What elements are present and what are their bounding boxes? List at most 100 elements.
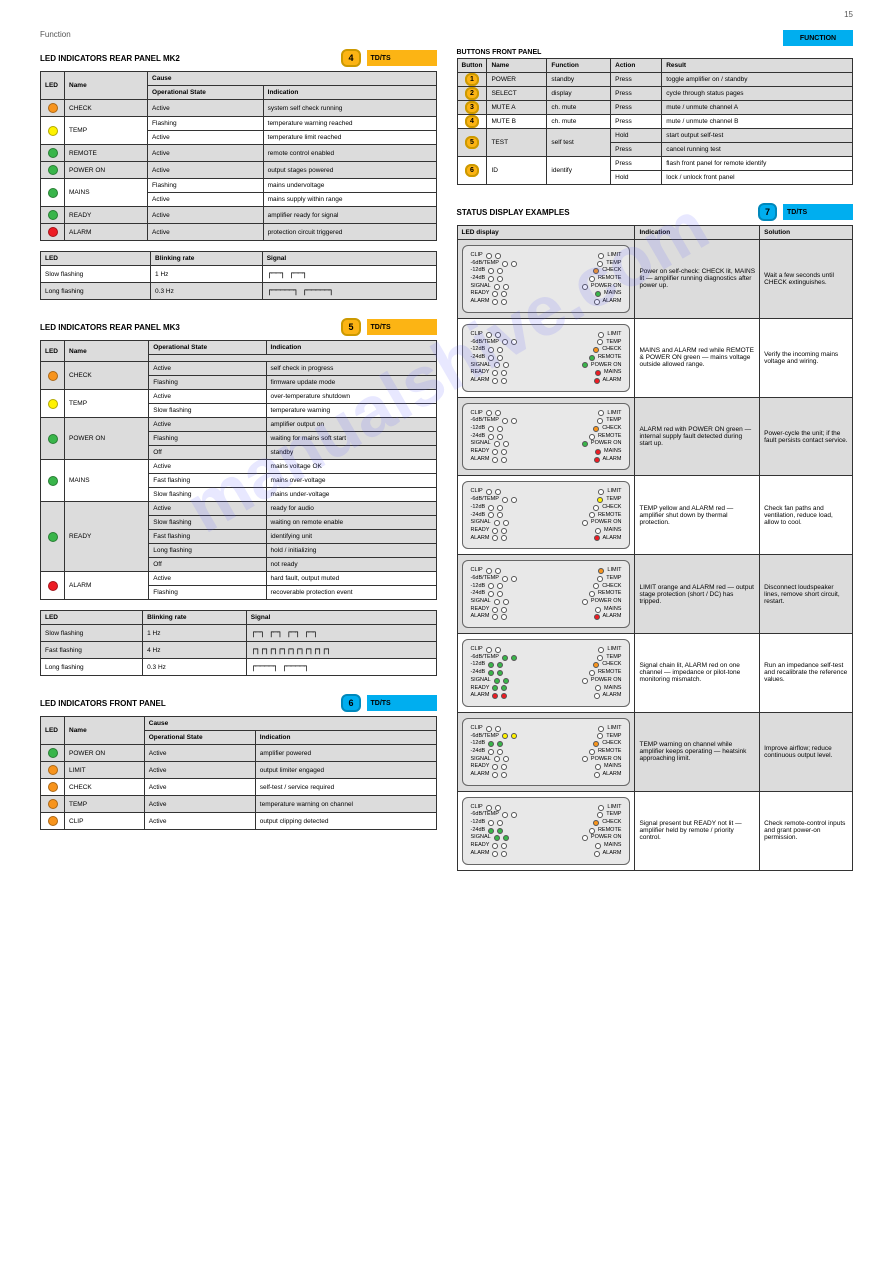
green-led-icon: [48, 476, 58, 486]
cell: POWER ON: [65, 418, 149, 460]
waveform-icon: ┌──┐ ┌──┐: [262, 266, 436, 283]
cell: ID: [487, 157, 547, 185]
green-led-icon: [48, 532, 58, 542]
button-badge-icon: 3: [465, 101, 479, 114]
cell: toggle amplifier on / standby: [662, 73, 853, 87]
led-cell: [41, 390, 65, 418]
cell: mains under-voltage: [266, 488, 436, 502]
section-6: LED INDICATORS FRONT PANEL 6 TD/TS LED N…: [40, 694, 437, 830]
cell: mains supply within range: [263, 193, 436, 207]
btn-cell: 1: [457, 73, 487, 87]
led-cell: [41, 762, 65, 779]
sec5-table: LED Name Operational State Indication CH…: [40, 340, 437, 600]
cell: amplifier powered: [255, 745, 436, 762]
sec4-number-badge: 4: [341, 49, 360, 67]
cell: Off: [149, 558, 266, 572]
indication-cell: ALARM red with POWER ON green — internal…: [635, 397, 760, 476]
led-cell: [41, 796, 65, 813]
cell: Active: [149, 460, 266, 474]
th-cause: Cause: [148, 72, 436, 86]
cell: Press: [611, 157, 662, 171]
indication-cell: Signal chain lit, ALARM red on one chann…: [635, 634, 760, 713]
th: Indication: [266, 341, 436, 355]
button-badge-icon: 4: [465, 115, 479, 128]
button-badge-icon: 2: [465, 87, 479, 100]
th: Indication: [255, 731, 436, 745]
led-panel-icon: CLIP-6dB/TEMP-12dB-24dBSIGNALREADYALARML…: [462, 718, 631, 786]
cell: output stages powered: [263, 162, 436, 179]
led-cell: [41, 207, 65, 224]
cell: LIMIT: [65, 762, 145, 779]
led-panel-icon: CLIP-6dB/TEMP-12dB-24dBSIGNALREADYALARML…: [462, 481, 631, 549]
cell: amplifier ready for signal: [263, 207, 436, 224]
cell: Flashing: [149, 432, 266, 446]
th: Signal: [262, 252, 436, 266]
yellow-led-icon: [48, 126, 58, 136]
led-cell: [41, 362, 65, 390]
btn-cell: 6: [457, 157, 487, 185]
cell: ready for audio: [266, 502, 436, 516]
led-cell: [41, 162, 65, 179]
th: Name: [65, 341, 149, 362]
cell: ALARM: [65, 572, 149, 600]
green-led-icon: [48, 210, 58, 220]
th: Blinking rate: [143, 611, 247, 625]
page-header: Function: [40, 30, 853, 39]
button-badge-icon: 1: [465, 73, 479, 86]
cell: Off: [149, 446, 266, 460]
cell: TEMP: [65, 390, 149, 418]
led-panel-icon: CLIP-6dB/TEMP-12dB-24dBSIGNALREADYALARML…: [462, 560, 631, 628]
green-led-icon: [48, 188, 58, 198]
cell: mute / unmute channel B: [662, 115, 853, 129]
th: Indication: [635, 226, 760, 240]
sec4-table: LED Name Cause Operational State Indicat…: [40, 71, 437, 241]
cell: Slow flashing: [149, 404, 266, 418]
sec5-blink-table: LED Blinking rate Signal Slow flashing 1…: [40, 610, 437, 676]
th-state: Operational State: [148, 86, 264, 100]
cell: Active: [144, 779, 255, 796]
cell: Press: [611, 73, 662, 87]
cell: temperature warning: [266, 404, 436, 418]
top-function-bar: FUNCTION: [783, 30, 853, 46]
cell: SELECT: [487, 87, 547, 101]
cell: Active: [148, 100, 264, 117]
led-cell: [41, 224, 65, 241]
solution-cell: Verify the incoming mains voltage and wi…: [760, 318, 853, 397]
section-4: LED INDICATORS REAR PANEL MK2 4 TD/TS LE…: [40, 49, 437, 300]
led-panel-cell: CLIP-6dB/TEMP-12dB-24dBSIGNALREADYALARML…: [457, 397, 635, 476]
cell: Long flashing: [41, 659, 143, 676]
th: Blinking rate: [151, 252, 263, 266]
solution-cell: Improve airflow; reduce continuous outpu…: [760, 712, 853, 791]
cell: hard fault, output muted: [266, 572, 436, 586]
cell: cycle through status pages: [662, 87, 853, 101]
led-panel-cell: CLIP-6dB/TEMP-12dB-24dBSIGNALREADYALARML…: [457, 634, 635, 713]
led-cell: [41, 179, 65, 207]
cell: Press: [611, 101, 662, 115]
solution-cell: Check remote-control inputs and grant po…: [760, 791, 853, 870]
cell: over-temperature shutdown: [266, 390, 436, 404]
cell: standby: [266, 446, 436, 460]
cell: start output self-test: [662, 129, 853, 143]
th: LED: [41, 611, 143, 625]
led-panel-icon: CLIP-6dB/TEMP-12dB-24dBSIGNALREADYALARML…: [462, 403, 631, 471]
cell: Press: [611, 115, 662, 129]
red-led-icon: [48, 581, 58, 591]
solution-cell: Check fan paths and ventilation, reduce …: [760, 476, 853, 555]
th-led: LED: [41, 72, 65, 100]
waveform-icon: ┌────┐ ┌────┐: [246, 659, 436, 676]
cell: display: [547, 87, 611, 101]
cell: 0.3 Hz: [143, 659, 247, 676]
cell: Active: [149, 572, 266, 586]
led-panel-icon: CLIP-6dB/TEMP-12dB-24dBSIGNALREADYALARML…: [462, 639, 631, 707]
cell: Active: [149, 390, 266, 404]
cell: temperature warning reached: [263, 117, 436, 131]
section-7: STATUS DISPLAY EXAMPLES 7 TD/TS LED disp…: [457, 203, 854, 871]
green-led-icon: [48, 148, 58, 158]
cell: system self check running: [263, 100, 436, 117]
cell: Hold: [611, 171, 662, 185]
th-name: Name: [65, 72, 148, 100]
cell: Active: [144, 796, 255, 813]
indication-cell: TEMP warning on channel while amplifier …: [635, 712, 760, 791]
th: Signal: [246, 611, 436, 625]
cell: Flashing: [149, 586, 266, 600]
